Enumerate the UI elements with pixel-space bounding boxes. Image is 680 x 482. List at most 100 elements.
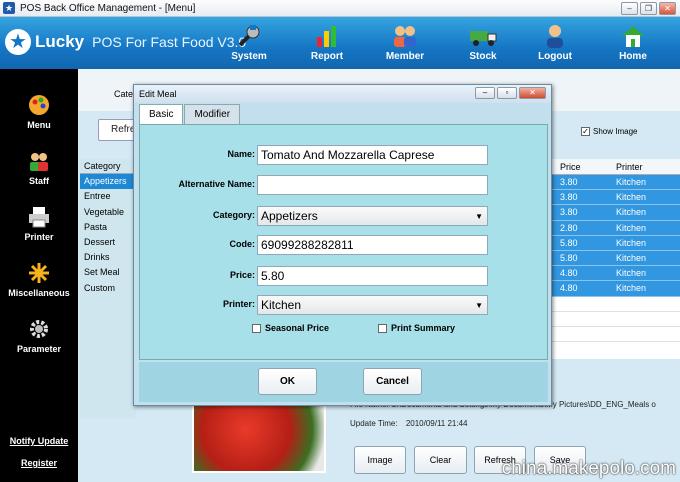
logo-star-icon: ★	[5, 29, 31, 55]
grid-header: Price Printer	[548, 159, 680, 175]
table-row[interactable]: 5.80 Kitchen	[548, 235, 680, 251]
nav-system-label: System	[231, 51, 267, 62]
dialog-title: Edit Meal	[139, 89, 177, 99]
name-field[interactable]: Tomato And Mozzarella Caprese	[257, 145, 488, 165]
checkbox-unchecked-icon	[378, 323, 387, 333]
ok-button[interactable]: OK	[258, 368, 317, 395]
code-row: Code: 69099288282811	[140, 235, 549, 255]
table-row[interactable]: 3.80 Kitchen	[548, 190, 680, 206]
show-image-label: Show Image	[593, 127, 638, 136]
table-row[interactable]: 3.80 Kitchen	[548, 175, 680, 191]
table-row[interactable]: 2.80 Kitchen	[548, 220, 680, 236]
checkbox-unchecked-icon	[252, 323, 261, 333]
category-select-value: Appetizers	[261, 209, 318, 223]
nav-logout[interactable]: Logout	[516, 21, 594, 62]
category-field-label: Category:	[212, 210, 255, 220]
sidebar-item-menu[interactable]: Menu	[0, 93, 78, 130]
update-time: Update Time: 2010/09/11 21:44	[350, 419, 680, 428]
dropdown-arrow-icon: ▼	[475, 301, 483, 310]
nav-system[interactable]: System	[210, 21, 288, 62]
sidebar-item-printer[interactable]: Printer	[0, 205, 78, 242]
dialog-minimize-button[interactable]: –	[475, 87, 495, 99]
register-link[interactable]: Register	[0, 458, 78, 468]
table-cell: Kitchen	[616, 222, 647, 233]
table-row[interactable]: 3.80 Kitchen	[548, 205, 680, 221]
list-item[interactable]: Dessert	[80, 235, 136, 250]
table-row[interactable]	[548, 296, 680, 312]
tab-modifier[interactable]: Modifier	[184, 104, 241, 124]
meal-image	[192, 399, 326, 473]
menu-palette-icon	[0, 93, 78, 117]
printer-select-value: Kitchen	[261, 298, 302, 312]
update-time-label: Update Time:	[350, 419, 398, 428]
report-chart-icon	[288, 21, 366, 51]
list-item[interactable]: Vegetable	[80, 205, 136, 220]
member-people-icon	[366, 21, 444, 51]
list-item[interactable]: Set Meal	[80, 265, 136, 280]
category-row: Category: Appetizers ▼	[140, 206, 549, 226]
nav-stock[interactable]: Stock	[444, 21, 522, 62]
sidebar-item-parameter[interactable]: Parameter	[0, 317, 78, 354]
price-column-header[interactable]: Price	[548, 159, 608, 174]
alt-name-field[interactable]	[257, 175, 488, 195]
table-row[interactable]	[548, 326, 680, 343]
list-item[interactable]: Drinks	[80, 250, 136, 265]
table-cell: 2.80	[560, 222, 578, 233]
table-cell: 4.80	[560, 283, 578, 294]
window-titlebar: ★ POS Back Office Management - [Menu] – …	[0, 0, 680, 17]
sidebar-item-label: Staff	[29, 176, 49, 186]
printer-select[interactable]: Kitchen ▼	[257, 295, 488, 315]
minimize-button[interactable]: –	[621, 2, 638, 15]
nav-report[interactable]: Report	[288, 21, 366, 62]
list-item[interactable]: Entree	[80, 189, 136, 204]
table-cell: Kitchen	[616, 207, 647, 218]
table-row[interactable]: 4.80 Kitchen	[548, 281, 680, 297]
dialog-restore-button[interactable]: ▫	[497, 87, 517, 99]
system-wrench-icon	[210, 21, 288, 51]
print-summary-checkbox[interactable]: Print Summary	[378, 323, 455, 333]
sidebar-item-label: Parameter	[16, 344, 62, 354]
show-image-checkbox[interactable]: ✓ Show Image	[581, 127, 637, 136]
printer-field-label: Printer:	[222, 299, 255, 309]
app-star-icon: ★	[3, 2, 15, 14]
top-nav: System Report Member Stock	[210, 21, 522, 62]
dialog-tabs: Basic Modifier	[139, 104, 241, 125]
sidebar-item-staff[interactable]: Staff	[0, 149, 78, 186]
table-row[interactable]: 5.80 Kitchen	[548, 250, 680, 267]
list-item[interactable]: Appetizers	[80, 174, 136, 190]
table-cell: Kitchen	[616, 237, 647, 248]
clear-button[interactable]: Clear	[414, 446, 467, 474]
brand-name: Lucky	[35, 32, 85, 51]
price-field[interactable]: 5.80	[257, 266, 488, 286]
cancel-button[interactable]: Cancel	[363, 368, 422, 395]
nav-report-label: Report	[310, 51, 344, 62]
dialog-titlebar: Edit Meal – ▫ ✕	[134, 85, 551, 103]
category-list: Category Appetizers Entree Vegetable Pas…	[80, 159, 136, 419]
code-label: Code:	[229, 239, 256, 249]
window-title: POS Back Office Management - [Menu]	[20, 2, 196, 14]
sidebar-item-miscellaneous[interactable]: Miscellaneous	[0, 261, 78, 298]
list-item[interactable]: Custom	[80, 281, 136, 296]
printer-column-header[interactable]: Printer	[608, 159, 680, 174]
table-row[interactable]	[548, 311, 680, 327]
tab-basic[interactable]: Basic	[139, 104, 184, 125]
image-button[interactable]: Image	[354, 446, 406, 474]
restore-button[interactable]: ❐	[640, 2, 657, 15]
price-row: Price: 5.80	[140, 266, 549, 286]
nav-member[interactable]: Member	[366, 21, 444, 62]
seasonal-price-checkbox[interactable]: Seasonal Price	[252, 323, 329, 333]
table-cell: Kitchen	[616, 268, 647, 279]
close-button[interactable]: ✕	[659, 2, 676, 15]
code-field[interactable]: 69099288282811	[257, 235, 488, 255]
notify-update-link[interactable]: Notify Update	[0, 436, 78, 446]
update-time-value: 2010/09/11 21:44	[405, 419, 468, 428]
nav-home[interactable]: Home	[594, 21, 672, 62]
category-select[interactable]: Appetizers ▼	[257, 206, 488, 226]
table-row[interactable]: 4.80 Kitchen	[548, 266, 680, 282]
dialog-close-button[interactable]: ✕	[519, 87, 546, 99]
table-cell: Kitchen	[616, 252, 647, 263]
name-label: Name:	[227, 149, 255, 159]
price-label: Price:	[229, 270, 255, 280]
meal-grid: Price Printer 3.80 Kitchen 3.80 Kitchen 3.…	[548, 159, 680, 359]
list-item[interactable]: Pasta	[80, 220, 136, 235]
